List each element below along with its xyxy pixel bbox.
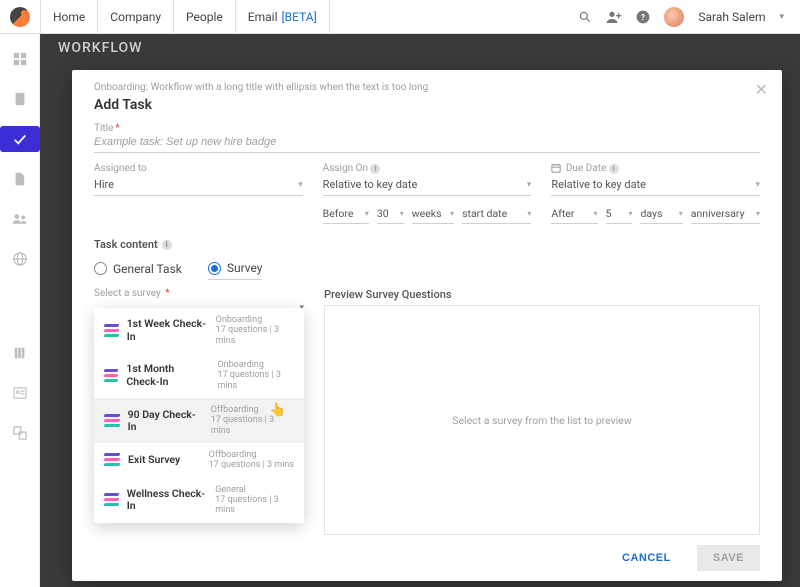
close-icon[interactable]: ✕ (755, 80, 768, 99)
info-icon: i (370, 164, 380, 174)
sidebar-item-document[interactable] (0, 86, 40, 112)
preview-box: Select a survey from the list to preview (324, 305, 760, 535)
user-name[interactable]: Sarah Salem (698, 10, 765, 24)
survey-dropdown: 1st Week Check-In Onboarding17 questions… (94, 308, 304, 523)
due-date-label: Due Date i (551, 163, 760, 174)
main-content: WORKFLOW ✕ Onboarding: Workflow with a l… (40, 34, 800, 587)
title-input[interactable] (94, 134, 760, 153)
due-date-select[interactable]: Relative to key date▾ (551, 174, 760, 196)
user-menu-caret[interactable]: ▾ (779, 12, 784, 22)
nav-tab-company[interactable]: Company (98, 0, 174, 33)
assign-number-select[interactable]: 30▾ (377, 204, 404, 224)
survey-option[interactable]: 90 Day Check-In Offboarding17 questions … (94, 398, 304, 443)
radio-general-task[interactable]: General Task (94, 262, 182, 276)
sidebar (0, 34, 40, 587)
assign-direction-select[interactable]: Before▾ (323, 204, 369, 224)
assign-keydate-select[interactable]: start date▾ (462, 204, 531, 224)
sidebar-item-dashboard[interactable] (0, 46, 40, 72)
assign-on-label: Assign On i (323, 163, 532, 174)
survey-select-label: Select a survey * (94, 288, 304, 299)
sidebar-item-globe[interactable] (0, 246, 40, 272)
survey-icon (104, 493, 119, 507)
avatar[interactable] (664, 7, 684, 27)
assign-on-select[interactable]: Relative to key date▾ (323, 174, 532, 196)
breadcrumb: Onboarding: Workflow with a long title w… (94, 82, 760, 93)
modal-title: Add Task (94, 97, 760, 113)
survey-icon (104, 414, 120, 428)
add-task-modal: ✕ Onboarding: Workflow with a long title… (72, 70, 782, 581)
due-number-select[interactable]: 5▾ (606, 204, 633, 224)
survey-icon (104, 369, 118, 383)
info-icon: i (162, 240, 172, 250)
info-icon: i (609, 164, 619, 174)
top-nav: Home Company People Email [BETA] ? Sarah… (0, 0, 800, 34)
task-content-label: Task contenti (94, 238, 760, 251)
title-label: Title* (94, 123, 760, 134)
assigned-to-label: Assigned to (94, 163, 303, 174)
save-button[interactable]: SAVE (697, 545, 760, 571)
assigned-to-select[interactable]: Hire▾ (94, 174, 303, 196)
survey-option[interactable]: Wellness Check-In General17 questions | … (94, 478, 304, 523)
search-icon[interactable] (578, 10, 592, 24)
app-logo (0, 7, 40, 27)
radio-survey[interactable]: Survey (208, 257, 263, 280)
cancel-button[interactable]: CANCEL (606, 545, 687, 571)
survey-icon (104, 324, 119, 338)
sidebar-item-swap[interactable] (0, 420, 40, 446)
nav-tab-home[interactable]: Home (40, 0, 98, 33)
nav-tabs: Home Company People Email [BETA] (40, 0, 330, 33)
page-title: WORKFLOW (58, 40, 800, 56)
survey-option[interactable]: Exit Survey Offboarding17 questions | 3 … (94, 443, 304, 478)
add-user-icon[interactable] (606, 10, 622, 24)
nav-tab-people[interactable]: People (174, 0, 236, 33)
assign-unit-select[interactable]: weeks▾ (412, 204, 454, 224)
nav-tab-email-label: Email (248, 10, 278, 24)
due-direction-select[interactable]: After▾ (551, 204, 597, 224)
survey-option[interactable]: 1st Week Check-In Onboarding17 questions… (94, 308, 304, 353)
survey-icon (104, 453, 120, 467)
sidebar-item-people[interactable] (0, 206, 40, 232)
svg-text:?: ? (641, 11, 645, 21)
preview-label: Preview Survey Questions (324, 288, 760, 301)
survey-option[interactable]: 1st Month Check-In Onboarding17 question… (94, 353, 304, 398)
calendar-icon (551, 163, 561, 173)
help-icon[interactable]: ? (636, 10, 650, 24)
nav-tab-email[interactable]: Email [BETA] (236, 0, 330, 33)
sidebar-item-library[interactable] (0, 340, 40, 366)
due-keydate-select[interactable]: anniversary▾ (691, 204, 760, 224)
sidebar-item-id[interactable] (0, 380, 40, 406)
sidebar-item-workflow[interactable] (0, 126, 40, 152)
sidebar-item-file[interactable] (0, 166, 40, 192)
due-unit-select[interactable]: days▾ (640, 204, 682, 224)
beta-badge: [BETA] (282, 10, 317, 24)
